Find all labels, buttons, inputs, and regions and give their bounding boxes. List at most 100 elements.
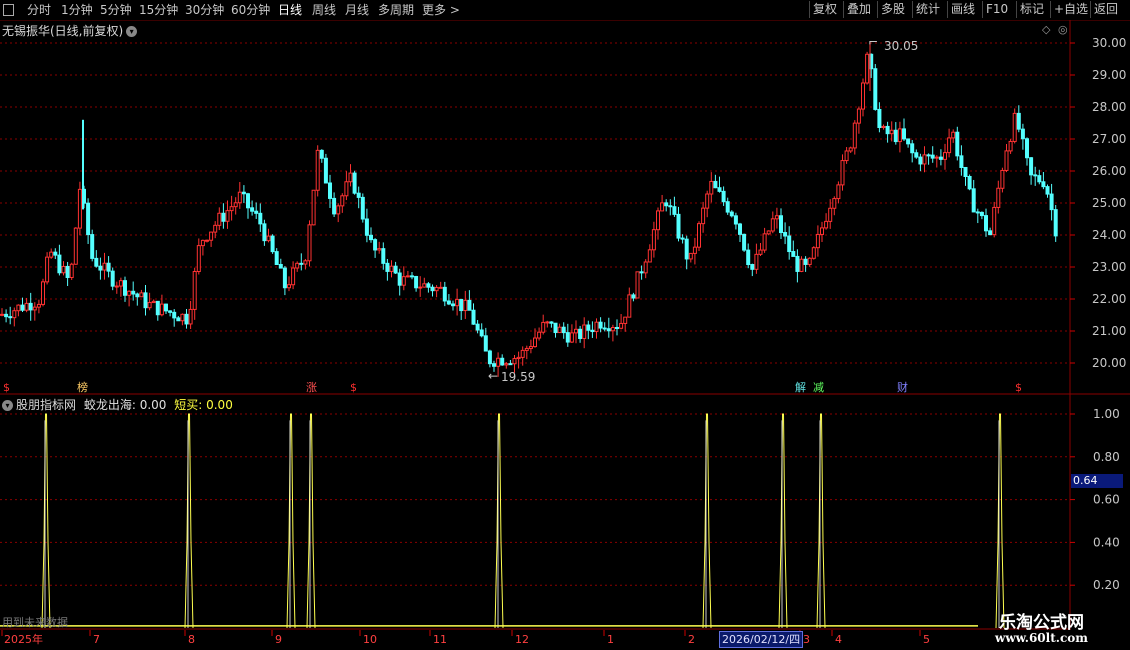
candle-body: [381, 248, 386, 264]
candle-body: [221, 212, 226, 222]
cursor-date: 2026/02/12/四: [719, 631, 804, 648]
event-marker: $: [350, 381, 357, 394]
candle-body: [299, 262, 304, 265]
candle-body: [606, 328, 611, 332]
candle-body: [537, 331, 542, 339]
candle-body: [627, 294, 632, 318]
candle-body: [213, 224, 218, 233]
candle-body: [516, 356, 521, 360]
candle-body: [934, 156, 939, 159]
candle-body: [742, 233, 747, 251]
y-tick-label: 0.40: [1093, 535, 1120, 549]
settings-icon[interactable]: ◎: [1058, 23, 1068, 36]
y-axis: 30.00 29.00 28.00 27.00 26.00 25.00 24.00 23.00…: [1070, 36, 1126, 592]
candle-body: [533, 337, 537, 348]
candle-body: [951, 131, 956, 139]
candle-body: [635, 271, 640, 299]
candle-body: [811, 247, 816, 259]
candle-body: [807, 257, 812, 265]
candle-body: [4, 313, 9, 318]
candle-body: [926, 154, 931, 157]
candle-body: [336, 205, 341, 215]
candle-body: [500, 357, 505, 366]
logo-url: www.60lt.com: [995, 631, 1088, 645]
candle-body: [24, 302, 29, 311]
candle-body: [938, 156, 943, 160]
candle-body: [295, 262, 300, 269]
y-tick-label: 28.00: [1092, 100, 1126, 114]
candle-body: [168, 310, 173, 313]
event-marker: 榜: [77, 380, 88, 394]
candle-body: [656, 210, 660, 231]
candle-body: [1008, 140, 1013, 152]
candle-body: [754, 253, 759, 270]
series-duanmai: 短买: 0.00: [174, 398, 233, 412]
candle-body: [545, 321, 550, 324]
candle-body: [828, 207, 833, 222]
candle-body: [664, 202, 669, 207]
candle-body: [586, 324, 591, 331]
candle-body: [159, 303, 164, 316]
price-chart[interactable]: 30.00 29.00 28.00 27.00 26.00 25.00 24.00 23.00…: [0, 0, 1130, 650]
chevron-down-icon[interactable]: ▾: [2, 400, 13, 411]
candle-body: [114, 285, 119, 288]
candle-body: [815, 233, 820, 249]
indicator-title: ▾ 股朋指标网 蛟龙出海: 0.00 短买: 0.00: [2, 396, 233, 413]
candle-body: [8, 316, 13, 319]
candle-body: [344, 181, 349, 197]
candle-body: [401, 276, 406, 286]
candle-body: [229, 206, 234, 212]
candle-body: [405, 275, 410, 278]
candle-body: [984, 215, 988, 232]
candle-body: [963, 166, 968, 177]
candle-body: [660, 202, 665, 212]
candle-body: [865, 53, 870, 84]
candle-body: [820, 227, 824, 235]
candle-body: [77, 188, 82, 229]
signal-spike: [41, 413, 51, 629]
candle-body: [861, 82, 865, 110]
candle-body: [364, 218, 369, 236]
candle-body: [106, 262, 111, 272]
candle-body: [233, 202, 238, 208]
candle-body: [475, 323, 480, 331]
candle-body: [701, 207, 706, 225]
candle-body: [393, 265, 398, 274]
candle-body: [110, 270, 115, 287]
candle-body: [713, 180, 718, 189]
candle-body: [356, 192, 361, 198]
candle-body: [176, 317, 181, 322]
signal-spike: [286, 413, 296, 629]
candle-body: [192, 270, 197, 310]
candle-body: [328, 182, 332, 199]
candle-body: [602, 327, 607, 330]
signal-spike: [778, 413, 788, 629]
candle-body: [438, 286, 443, 289]
candle-body: [20, 304, 25, 311]
x-tick-label: 11: [433, 633, 447, 646]
diamond-icon[interactable]: ◇: [1042, 23, 1051, 36]
candle-body: [184, 313, 189, 325]
candle-body: [340, 195, 345, 207]
signal-spike: [494, 413, 504, 629]
candle-body: [373, 239, 378, 251]
candle-body: [947, 137, 952, 154]
candle-body: [988, 230, 993, 236]
event-marker: 财: [897, 380, 908, 394]
candle-body: [307, 224, 312, 262]
candle-body: [73, 227, 78, 265]
candle-body: [487, 350, 492, 365]
candle-body: [610, 326, 615, 332]
candle-body: [902, 128, 906, 140]
candle-body: [705, 193, 710, 209]
high-arrow-icon: ⌐: [868, 35, 878, 49]
candle-body: [319, 149, 324, 159]
logo-name: 乐淘公式网: [999, 613, 1084, 633]
candle-body: [1049, 193, 1054, 211]
candle-body: [856, 108, 861, 124]
candle-body: [504, 363, 509, 366]
candle-body: [955, 131, 960, 157]
candle-body: [155, 300, 160, 316]
candle-body: [672, 206, 677, 215]
candle-body: [561, 326, 566, 334]
